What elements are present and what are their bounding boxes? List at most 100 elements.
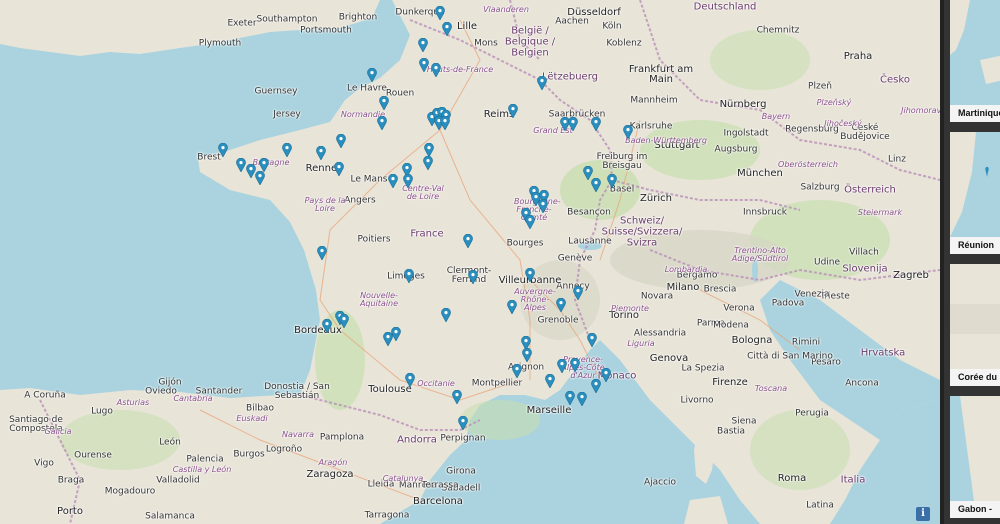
map-label: Oviedo xyxy=(145,386,177,397)
map-label: Köln xyxy=(602,21,622,32)
country-label: Česko xyxy=(880,74,910,86)
map-canvas[interactable]: Plymouth Exeter Southampton Brighton Por… xyxy=(0,0,940,524)
location-marker[interactable] xyxy=(537,76,547,90)
region-label: Euskadi xyxy=(236,414,268,423)
map-label: Augsburg xyxy=(714,144,758,155)
location-marker[interactable] xyxy=(404,269,414,283)
map-label: Mannheim xyxy=(630,95,678,106)
location-marker[interactable] xyxy=(334,162,344,176)
location-marker[interactable] xyxy=(570,358,580,372)
sidebar-item-reunion[interactable]: Réunion xyxy=(950,132,1000,254)
map-label: Plymouth xyxy=(198,38,242,49)
location-marker[interactable] xyxy=(577,392,587,406)
location-marker[interactable] xyxy=(508,104,518,118)
location-marker[interactable] xyxy=(379,96,389,110)
location-marker[interactable] xyxy=(512,364,522,378)
sidebar-item-gabon[interactable]: Gabon - xyxy=(950,396,1000,518)
map-label: Le Havre xyxy=(347,83,387,94)
location-marker[interactable] xyxy=(442,22,452,36)
map-label: Bastia xyxy=(717,426,745,437)
map-label: Grenoble xyxy=(537,315,579,326)
location-marker[interactable] xyxy=(591,178,601,192)
map-label: Barcelona xyxy=(413,496,463,507)
location-marker[interactable] xyxy=(322,319,332,333)
map-label: Burgos xyxy=(233,449,265,460)
region-label: Steiermark xyxy=(857,208,903,217)
map-label: Rouen xyxy=(385,88,415,99)
location-marker[interactable] xyxy=(468,270,478,284)
location-marker[interactable] xyxy=(317,246,327,260)
location-marker[interactable] xyxy=(423,156,433,170)
location-marker[interactable] xyxy=(336,134,346,148)
location-marker[interactable] xyxy=(452,390,462,404)
sidebar-item-label: Martinique xyxy=(950,105,1000,122)
sidebar-item-coree[interactable]: Corée du xyxy=(950,264,1000,386)
location-marker[interactable] xyxy=(538,199,548,213)
location-marker[interactable] xyxy=(316,146,326,160)
location-marker[interactable] xyxy=(565,391,575,405)
map-label: Perugia xyxy=(795,408,829,419)
location-marker[interactable] xyxy=(573,286,583,300)
map-basemap xyxy=(0,0,940,524)
location-marker[interactable] xyxy=(218,143,228,157)
map-label: Ingolstadt xyxy=(723,128,769,139)
region-label: Bayern xyxy=(761,112,791,121)
map-label: Aachen xyxy=(555,16,589,27)
location-marker[interactable] xyxy=(282,143,292,157)
region-label: Navarra xyxy=(281,430,315,439)
location-marker[interactable] xyxy=(403,174,413,188)
location-marker[interactable] xyxy=(388,174,398,188)
sidebar: Martinique Réunion Corée du Gabon - xyxy=(940,0,1000,524)
location-marker[interactable] xyxy=(377,116,387,130)
location-marker[interactable] xyxy=(424,143,434,157)
location-marker[interactable] xyxy=(607,174,617,188)
region-label: Cantabria xyxy=(173,394,213,403)
map-label: Perpignan xyxy=(440,433,486,444)
location-marker[interactable] xyxy=(236,158,246,172)
location-marker[interactable] xyxy=(440,116,450,130)
location-marker[interactable] xyxy=(591,379,601,393)
location-marker[interactable] xyxy=(545,374,555,388)
location-marker[interactable] xyxy=(463,234,473,248)
region-label: Jihočeský xyxy=(824,119,862,128)
location-marker[interactable] xyxy=(556,298,566,312)
region-label: Vlaanderen xyxy=(483,5,529,14)
attribution-info-button[interactable]: i xyxy=(916,507,930,521)
map-label: Marseille xyxy=(526,405,572,416)
location-marker[interactable] xyxy=(601,368,611,382)
thumbnail-map xyxy=(950,132,1000,237)
map-label: Le Mans xyxy=(350,174,388,185)
map-label: Logroño xyxy=(265,444,303,455)
location-marker[interactable] xyxy=(418,38,428,52)
region-label: Aragón xyxy=(318,458,348,467)
location-marker[interactable] xyxy=(431,63,441,77)
location-marker[interactable] xyxy=(507,300,517,314)
location-marker[interactable] xyxy=(587,333,597,347)
location-marker[interactable] xyxy=(339,314,349,328)
location-marker[interactable] xyxy=(623,125,633,139)
location-marker[interactable] xyxy=(259,158,269,172)
thumbnail-map xyxy=(950,396,1000,501)
location-marker[interactable] xyxy=(367,68,377,82)
location-marker[interactable] xyxy=(557,359,567,373)
map-label: Nürnberg xyxy=(719,99,767,110)
location-marker[interactable] xyxy=(435,6,445,20)
sidebar-item-martinique[interactable]: Martinique xyxy=(950,0,1000,122)
location-marker[interactable] xyxy=(525,215,535,229)
location-marker[interactable] xyxy=(441,308,451,322)
location-marker[interactable] xyxy=(525,268,535,282)
location-marker[interactable] xyxy=(522,348,532,362)
location-marker[interactable] xyxy=(568,117,578,131)
location-marker[interactable] xyxy=(255,171,265,185)
thumbnail-map xyxy=(950,264,1000,369)
map-label: Guernsey xyxy=(254,86,298,97)
map-label: Plzeň xyxy=(808,81,832,92)
location-marker[interactable] xyxy=(458,416,468,430)
location-marker[interactable] xyxy=(419,58,429,72)
map-label: Poitiers xyxy=(357,234,391,245)
location-marker[interactable] xyxy=(383,332,393,346)
map-label: Praha xyxy=(843,51,873,62)
map-label: Lille xyxy=(456,21,478,32)
location-marker[interactable] xyxy=(405,373,415,387)
location-marker[interactable] xyxy=(591,117,601,131)
